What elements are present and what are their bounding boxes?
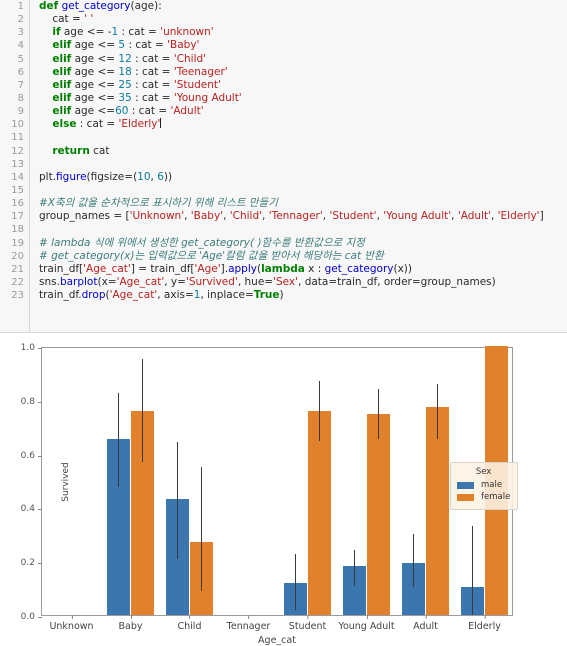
code-line: #X축의 값을 순차적으로 표시하기 위해 리스트 만들기 bbox=[39, 197, 278, 210]
error-bar bbox=[353, 549, 356, 587]
code-line: elif age <= 25 : cat = 'Student' bbox=[52, 78, 221, 91]
line-number: 5 bbox=[17, 53, 24, 65]
legend-swatch-icon bbox=[457, 481, 474, 489]
code-line: def get_category(age): bbox=[39, 0, 162, 12]
x-axis-tick: Child bbox=[177, 615, 202, 632]
code-line: if age <= -1 : cat = 'unknown' bbox=[52, 26, 214, 39]
line-number: 16 bbox=[11, 198, 24, 210]
line-number-gutter: 1 2 3 4 5 6 7 8 9 10 11 12 13 14 15 16 1… bbox=[0, 0, 30, 332]
line-number: 6 bbox=[17, 66, 24, 78]
x-axis-tick: Elderly bbox=[468, 615, 501, 632]
line-number: 13 bbox=[11, 158, 24, 170]
x-axis-tick: Baby bbox=[118, 615, 143, 632]
y-axis-tick: 0.8 bbox=[21, 397, 43, 407]
line-number: 20 bbox=[11, 250, 24, 262]
line-number: 8 bbox=[17, 92, 24, 104]
code-line: plt.figure(figsize=(10, 6)) bbox=[39, 170, 173, 183]
plot-area: Survived 0.0 0.2 0.4 0.6 0.8 1.0 Unknown Baby Ch… bbox=[21, 343, 519, 646]
code-line: elif age <= 18 : cat = 'Teenager' bbox=[52, 65, 228, 78]
code-line: elif age <= 12 : cat = 'Child' bbox=[52, 52, 207, 65]
bar-female bbox=[366, 413, 391, 615]
line-number: 3 bbox=[17, 27, 24, 39]
code-line: return cat bbox=[52, 144, 110, 157]
error-bar bbox=[176, 441, 179, 559]
x-axis-tick: Adult bbox=[413, 615, 438, 632]
y-axis-tick: 0.0 bbox=[21, 612, 43, 622]
line-number: 15 bbox=[11, 184, 24, 196]
line-number: 1 bbox=[17, 1, 24, 12]
legend-title: Sex bbox=[475, 467, 492, 477]
x-axis-tick: Young Adult bbox=[338, 615, 395, 632]
legend-item-female[interactable]: female bbox=[457, 492, 510, 502]
line-number: 21 bbox=[11, 263, 24, 275]
code-line: elif age <= 35 : cat = 'Young Adult' bbox=[52, 91, 242, 104]
y-axis-tick: 1.0 bbox=[21, 343, 43, 353]
error-bar bbox=[200, 467, 203, 591]
legend-swatch-icon bbox=[457, 493, 474, 501]
code-line: # lambda 식에 위에서 생성한 get_category( )함수를 반… bbox=[39, 236, 365, 249]
y-axis-tick: 0.6 bbox=[21, 451, 43, 461]
line-number: 23 bbox=[11, 290, 24, 302]
x-axis-tick: Tennager bbox=[226, 615, 271, 632]
legend-item-male[interactable]: male bbox=[457, 480, 510, 490]
y-axis-tick: 0.2 bbox=[21, 558, 43, 568]
code-line: elif age <=60 : cat = 'Adult' bbox=[52, 105, 204, 118]
code-line: elif age <= 5 : cat = 'Baby' bbox=[52, 39, 200, 52]
error-bar bbox=[412, 534, 415, 587]
code-line: sns.barplot(x='Age_cat', y='Survived', h… bbox=[39, 275, 496, 288]
line-number: 7 bbox=[17, 79, 24, 91]
line-number: 9 bbox=[17, 106, 24, 118]
code-line: cat = ' ' bbox=[39, 13, 94, 26]
code-line: # get_category(x)는 입력값으로 'Age'칼럼 값을 받아서 … bbox=[39, 249, 384, 262]
line-number: 2 bbox=[17, 14, 24, 26]
y-axis-tick: 0.4 bbox=[21, 504, 43, 514]
chart-legend: Sex male female bbox=[450, 462, 519, 510]
code-editor-area[interactable]: def get_category(age): cat = ' ' if age … bbox=[31, 0, 567, 332]
x-axis-tick: Unknown bbox=[49, 615, 94, 632]
code-line: else : cat = 'Elderly' bbox=[52, 118, 162, 131]
line-number: 18 bbox=[11, 224, 24, 236]
code-line: train_df['Age_cat'] = train_df['Age'].ap… bbox=[39, 262, 413, 275]
error-bar bbox=[117, 393, 120, 488]
code-line: train_df.drop('Age_cat', axis=1, inplace… bbox=[39, 289, 284, 302]
line-number: 12 bbox=[11, 145, 24, 157]
error-bar bbox=[318, 381, 321, 441]
legend-label: female bbox=[481, 492, 511, 502]
chart-figure: Survived 0.0 0.2 0.4 0.6 0.8 1.0 Unknown Baby Ch… bbox=[0, 333, 567, 646]
y-axis-label: Survived bbox=[60, 461, 71, 502]
line-number: 11 bbox=[11, 132, 24, 144]
error-bar bbox=[141, 359, 144, 462]
x-axis-label: Age_cat bbox=[258, 635, 296, 646]
legend-label: male bbox=[481, 480, 503, 490]
x-axis-tick: Student bbox=[288, 615, 327, 632]
line-number: 10 bbox=[11, 119, 24, 131]
line-number: 19 bbox=[11, 237, 24, 249]
code-cell[interactable]: 1 2 3 4 5 6 7 8 9 10 11 12 13 14 15 16 1… bbox=[0, 0, 567, 333]
line-number: 14 bbox=[11, 171, 24, 183]
line-number: 22 bbox=[11, 276, 24, 288]
error-bar bbox=[294, 553, 297, 610]
error-bar bbox=[471, 526, 474, 615]
code-line: group_names = ['Unknown', 'Baby', 'Child… bbox=[39, 210, 544, 223]
error-bar bbox=[377, 389, 380, 439]
line-number: 4 bbox=[17, 40, 24, 52]
line-number: 17 bbox=[11, 211, 24, 223]
bar-female bbox=[307, 411, 332, 615]
error-bar bbox=[436, 383, 439, 439]
